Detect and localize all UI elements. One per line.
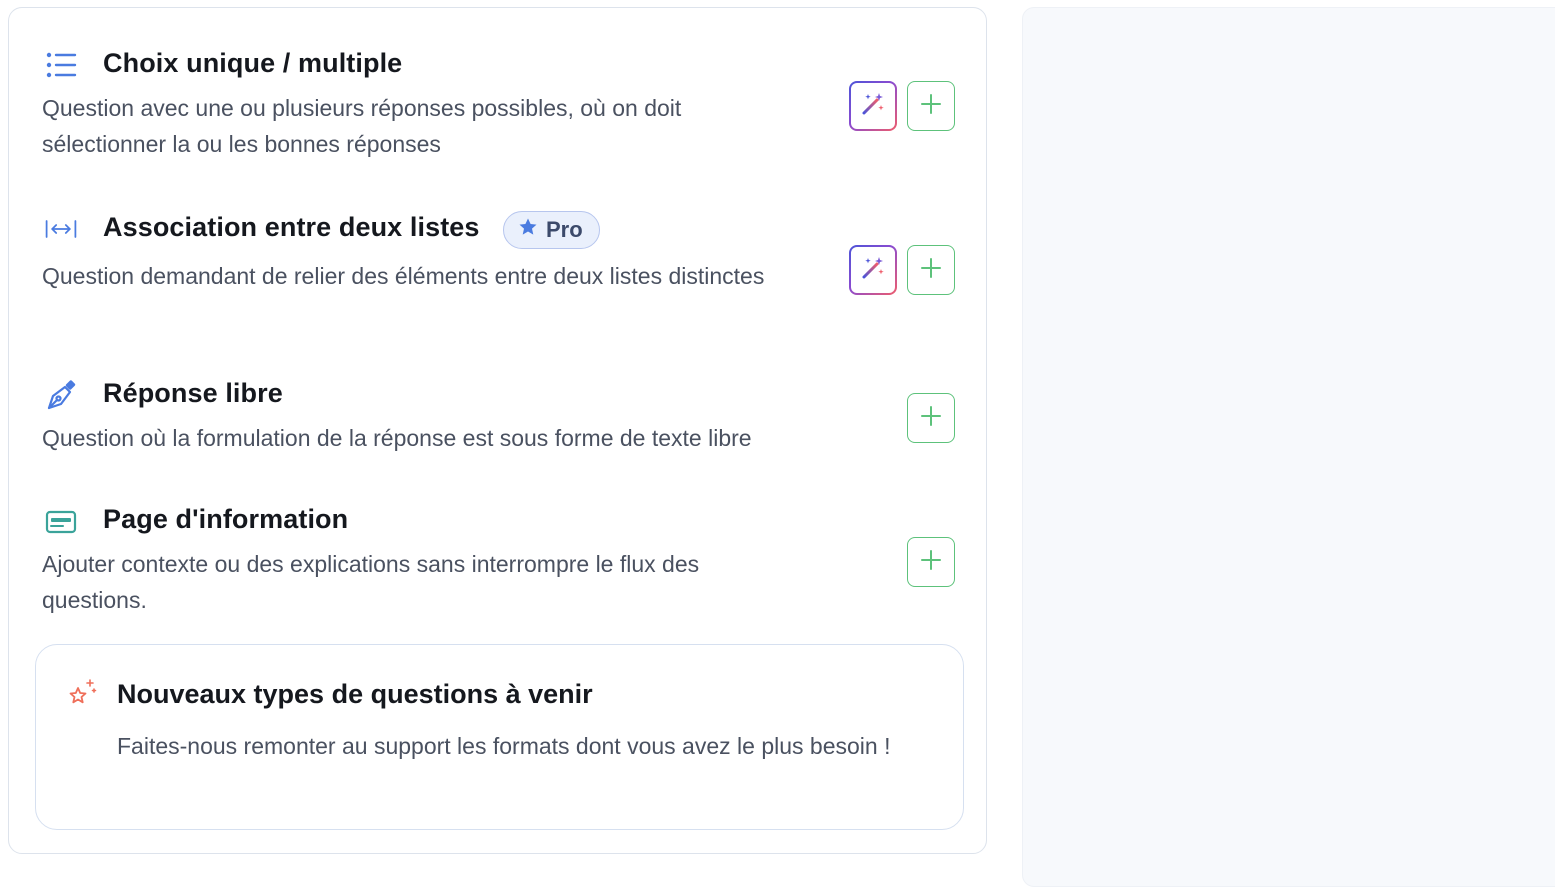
question-type-title: Page d'information: [103, 504, 349, 534]
ai-generate-button[interactable]: [849, 245, 897, 295]
upcoming-description: Faites-nous remonter au support les form…: [117, 733, 891, 759]
upcoming-question-types-card: Nouveaux types de questions à venir Fait…: [35, 644, 964, 830]
add-question-button[interactable]: [907, 245, 955, 295]
question-type-title: Choix unique / multiple: [103, 48, 403, 78]
arrows-horizontal-icon: [45, 213, 77, 245]
pro-badge: Pro: [503, 211, 600, 249]
plus-icon: [920, 405, 942, 432]
pro-badge-label: Pro: [546, 217, 583, 242]
question-type-panel: Choix unique / multiple Question avec un…: [8, 7, 987, 854]
list-icon: [45, 49, 77, 81]
add-question-button[interactable]: [907, 81, 955, 131]
pen-icon: [45, 379, 77, 411]
star-icon: [518, 217, 538, 243]
upcoming-title: Nouveaux types de questions à venir: [117, 679, 593, 709]
question-type-description: Question avec une ou plusieurs réponses …: [42, 95, 682, 157]
question-type-title: Réponse libre: [103, 378, 283, 408]
add-question-button[interactable]: [907, 537, 955, 587]
magic-wand-icon: [860, 255, 886, 286]
magic-wand-icon: [860, 91, 886, 122]
preview-area: [1022, 7, 1555, 887]
plus-icon: [920, 549, 942, 576]
question-type-description: Ajouter contexte ou des explications san…: [42, 551, 700, 613]
question-type-title: Association entre deux listes: [103, 212, 480, 242]
question-type-description: Question où la formulation de la réponse…: [42, 425, 752, 451]
card-icon: [45, 506, 77, 538]
plus-icon: [920, 257, 942, 284]
add-question-button[interactable]: [907, 393, 955, 443]
sparkle-star-icon: [66, 677, 100, 711]
ai-generate-button[interactable]: [849, 81, 897, 131]
plus-icon: [920, 93, 942, 120]
question-type-description: Question demandant de relier des élément…: [42, 263, 765, 289]
